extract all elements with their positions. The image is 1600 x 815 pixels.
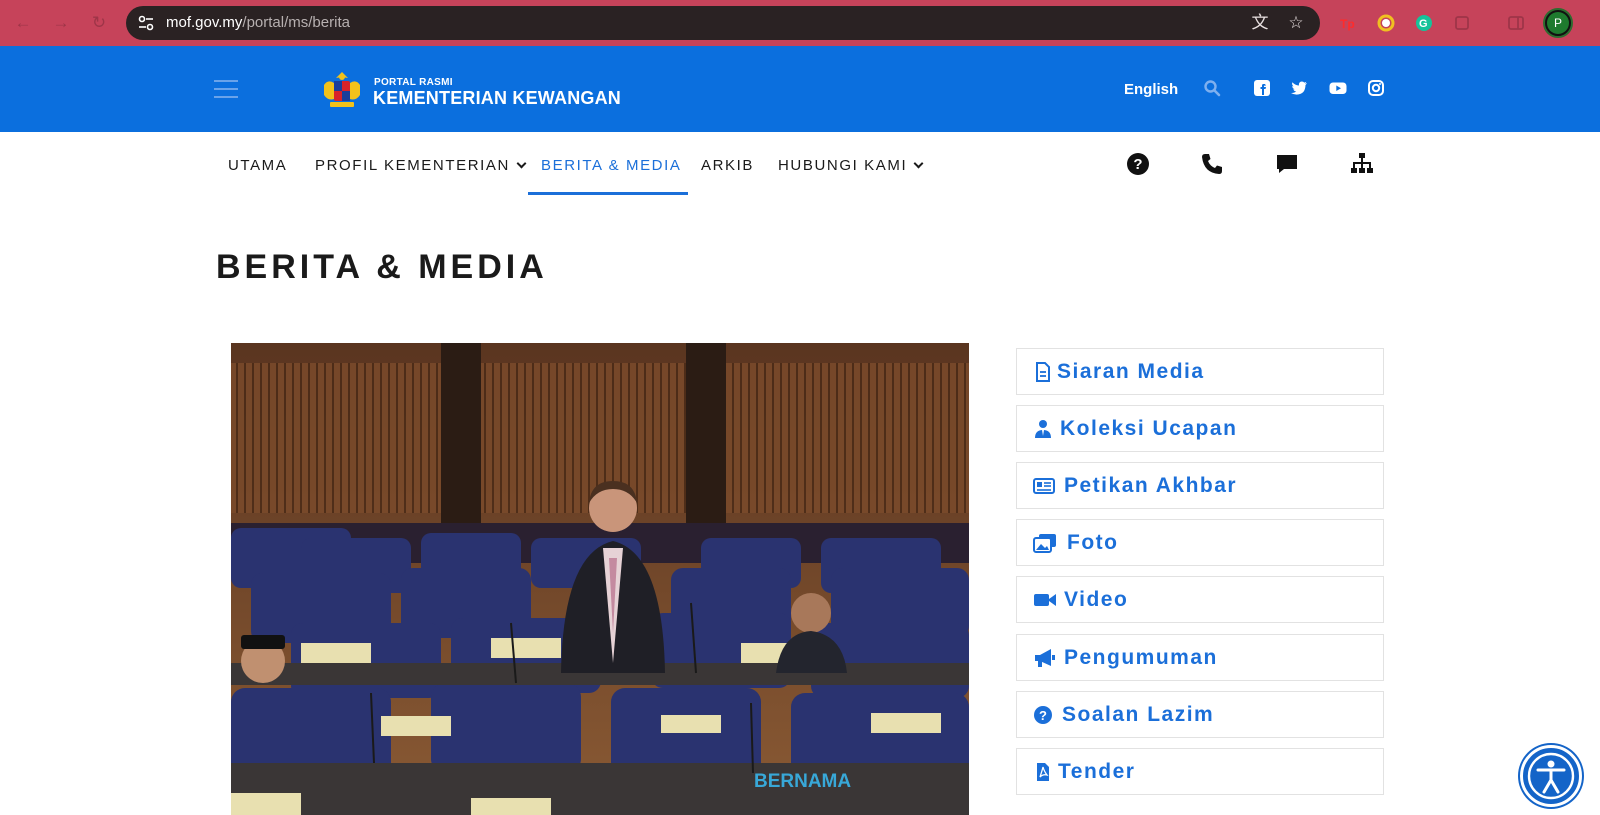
side-menu-label: Koleksi Ucapan — [1060, 417, 1238, 440]
instagram-icon[interactable] — [1367, 79, 1385, 97]
site-settings-icon[interactable] — [136, 13, 156, 33]
twitter-icon[interactable] — [1290, 79, 1308, 97]
side-menu-label: Tender — [1058, 760, 1136, 783]
url-path: /portal/ms/berita — [242, 14, 350, 31]
side-menu-koleksi-ucapan[interactable]: Koleksi Ucapan — [1016, 405, 1384, 452]
parliament-photo-illustration: BERNAMA — [231, 343, 969, 815]
chevron-down-icon — [516, 158, 527, 169]
translate-icon[interactable]: 文 — [1250, 13, 1270, 33]
svg-text:G: G — [1419, 18, 1428, 30]
photo-watermark: BERNAMA — [754, 771, 851, 792]
site-header: PORTAL RASMI KEMENTERIAN KEWANGAN Englis… — [0, 46, 1600, 132]
file-pdf-icon — [1037, 763, 1049, 781]
profile-initial: P — [1547, 12, 1569, 34]
side-menu-label: Soalan Lazim — [1062, 703, 1215, 726]
side-menu-label: Petikan Akhbar — [1064, 474, 1238, 497]
question-circle-icon: ? — [1034, 706, 1052, 724]
nav-label: HUBUNGI KAMI — [778, 157, 908, 174]
profile-avatar[interactable]: P — [1543, 8, 1573, 38]
nav-profil-kementerian[interactable]: PROFIL KEMENTERIAN — [315, 157, 527, 174]
photo-icon — [1033, 534, 1056, 553]
side-menu-tender[interactable]: Tender — [1016, 748, 1384, 795]
featured-news-photo[interactable]: BERNAMA — [231, 343, 969, 815]
nav-berita-media[interactable]: BERITA & MEDIA — [541, 157, 681, 174]
menu-hamburger-icon[interactable] — [214, 80, 238, 98]
url-text: mof.gov.my/portal/ms/berita — [166, 14, 350, 31]
extension-tp-icon[interactable]: Tp — [1338, 13, 1358, 33]
browser-toolbar: ← → ↻ mof.gov.my/portal/ms/berita 文 ☆ Tp… — [0, 0, 1600, 46]
side-menu-soalan-lazim[interactable]: ? Soalan Lazim — [1016, 691, 1384, 738]
svg-text:?: ? — [1039, 708, 1047, 723]
nav-hubungi-kami[interactable]: HUBUNGI KAMI — [778, 157, 924, 174]
youtube-icon[interactable] — [1329, 79, 1347, 97]
chevron-down-icon — [913, 158, 924, 169]
back-icon[interactable]: ← — [12, 12, 34, 34]
url-host: mof.gov.my — [166, 14, 243, 31]
forward-icon[interactable]: → — [50, 12, 72, 34]
question-circle-icon[interactable]: ? — [1126, 152, 1150, 176]
side-menu-foto[interactable]: Foto — [1016, 519, 1384, 566]
main-navigation: UTAMA PROFIL KEMENTERIAN BERITA & MEDIA … — [0, 132, 1600, 197]
active-tab-indicator — [528, 192, 688, 195]
side-menu-label: Video — [1064, 588, 1129, 611]
search-icon[interactable] — [1203, 79, 1221, 97]
video-icon — [1034, 594, 1056, 606]
side-menu-petikan-akhbar[interactable]: Petikan Akhbar — [1016, 462, 1384, 509]
user-tie-icon — [1035, 420, 1051, 438]
portal-subtitle: PORTAL RASMI — [374, 77, 453, 88]
address-bar[interactable]: mof.gov.my/portal/ms/berita 文 ☆ — [126, 6, 1320, 40]
side-menu-siaran-media[interactable]: Siaran Media — [1016, 348, 1384, 395]
government-crest-logo[interactable] — [318, 69, 366, 109]
phone-icon[interactable] — [1200, 152, 1224, 176]
extensions-puzzle-icon[interactable] — [1452, 13, 1472, 33]
page-title: BERITA & MEDIA — [216, 248, 548, 286]
language-switch[interactable]: English — [1124, 81, 1178, 98]
extension-color-icon[interactable] — [1376, 13, 1396, 33]
ministry-name[interactable]: KEMENTERIAN KEWANGAN — [373, 88, 621, 109]
bullhorn-icon — [1035, 649, 1055, 667]
nav-label: PROFIL KEMENTERIAN — [315, 157, 510, 174]
side-panel-icon[interactable] — [1506, 13, 1526, 33]
bookmark-star-icon[interactable]: ☆ — [1286, 13, 1306, 33]
sitemap-icon[interactable] — [1350, 152, 1374, 176]
side-menu-pengumuman[interactable]: Pengumuman — [1016, 634, 1384, 681]
reload-icon[interactable]: ↻ — [88, 12, 110, 34]
svg-text:Tp: Tp — [1340, 17, 1355, 31]
grammarly-icon[interactable]: G — [1414, 13, 1434, 33]
side-menu-label: Siaran Media — [1057, 360, 1205, 383]
side-menu-video[interactable]: Video — [1016, 576, 1384, 623]
nav-arkib[interactable]: ARKIB — [701, 157, 754, 174]
facebook-icon[interactable] — [1253, 79, 1271, 97]
accessibility-icon — [1527, 752, 1575, 800]
nav-utama[interactable]: UTAMA — [228, 157, 287, 174]
side-menu-label: Foto — [1067, 531, 1119, 554]
newspaper-icon — [1033, 478, 1055, 494]
file-icon — [1036, 362, 1050, 382]
comment-icon[interactable] — [1275, 152, 1299, 176]
accessibility-button[interactable] — [1520, 745, 1582, 807]
side-menu-label: Pengumuman — [1064, 646, 1218, 669]
svg-text:?: ? — [1133, 156, 1142, 173]
